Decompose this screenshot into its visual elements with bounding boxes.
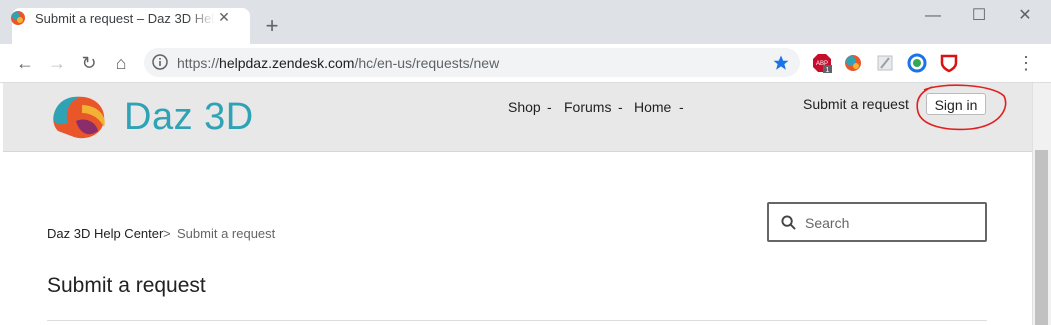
nav-separator: -: [618, 99, 623, 115]
nav-separator: -: [679, 99, 684, 115]
nav-home[interactable]: Home: [634, 99, 671, 115]
nav-shop[interactable]: Shop: [508, 99, 541, 115]
refresh-extension-icon[interactable]: [907, 53, 927, 73]
new-tab-button[interactable]: +: [262, 15, 282, 37]
shield-extension-icon[interactable]: [939, 53, 959, 73]
submit-request-link[interactable]: Submit a request: [803, 96, 909, 112]
browser-menu-icon[interactable]: ⋮: [1015, 52, 1037, 74]
maximize-button[interactable]: ☐: [969, 6, 989, 26]
search-input[interactable]: [767, 202, 987, 242]
forward-button[interactable]: →: [46, 52, 68, 74]
bookmark-star-icon[interactable]: [772, 54, 790, 72]
generic-extension-icon[interactable]: [875, 53, 895, 73]
info-icon[interactable]: [152, 54, 168, 70]
nav-separator: -: [547, 99, 552, 115]
scrollbar-thumb[interactable]: [1035, 150, 1048, 325]
minimize-button[interactable]: —: [923, 6, 943, 26]
adblock-plus-icon[interactable]: ABP 1: [812, 53, 832, 73]
daz-extension-icon[interactable]: [843, 53, 863, 73]
daz-logo-icon[interactable]: [46, 91, 114, 143]
reload-button[interactable]: ↻: [78, 52, 100, 74]
tab-title: Submit a request – Daz 3D Help Center: [35, 11, 215, 26]
close-window-button[interactable]: ✕: [1015, 6, 1035, 26]
divider: [47, 320, 987, 321]
red-annotation-circle: [916, 84, 1007, 131]
nav-forums[interactable]: Forums: [564, 99, 611, 115]
back-button[interactable]: ←: [14, 52, 36, 74]
svg-text:1: 1: [826, 67, 830, 73]
site-logo-text[interactable]: Daz 3D: [124, 96, 254, 139]
url-text[interactable]: https://helpdaz.zendesk.com/hc/en-us/req…: [177, 55, 499, 71]
search-placeholder: Search: [805, 215, 850, 231]
search-icon: [781, 215, 796, 230]
breadcrumb-current: Submit a request: [177, 226, 276, 241]
tab-close-icon[interactable]: ✕: [216, 9, 232, 25]
daz-favicon-icon: [11, 11, 25, 25]
breadcrumb-home[interactable]: Daz 3D Help Center: [47, 226, 163, 241]
home-button[interactable]: ⌂: [110, 52, 132, 74]
breadcrumb-separator: >: [163, 226, 171, 241]
page-title: Submit a request: [47, 274, 206, 297]
